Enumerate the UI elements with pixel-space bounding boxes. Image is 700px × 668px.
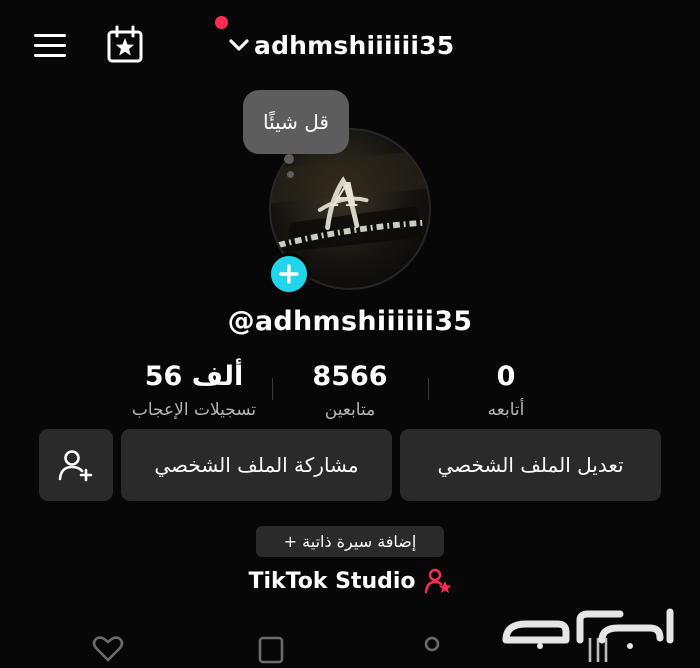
haraj-watermark-logo [500, 606, 690, 650]
heart-outline-icon [92, 636, 124, 662]
menu-button[interactable] [30, 28, 70, 62]
notification-dot [215, 16, 228, 29]
hamburger-menu-icon [34, 34, 66, 37]
share-profile-label: مشاركة الملف الشخصي [154, 453, 359, 477]
stat-following[interactable]: 0 أتابعه [416, 360, 596, 421]
avatar-letter: A [330, 175, 359, 214]
add-friend-button[interactable] [39, 429, 113, 501]
edit-profile-label: تعديل الملف الشخصي [437, 453, 624, 477]
username-title: adhmshiiiiii35 [254, 30, 455, 60]
add-bio-button[interactable]: + إضافة سيرة ذاتية [256, 526, 444, 557]
followers-count: 8566 [312, 361, 388, 392]
bookmark-icon [258, 636, 284, 664]
bubble-tail [284, 154, 294, 164]
add-bio-label: + إضافة سيرة ذاتية [283, 532, 417, 551]
chevron-down-icon [229, 39, 249, 51]
stat-followers[interactable]: 8566 متابعين [260, 360, 440, 421]
tiktok-studio-label: TikTok Studio [248, 568, 416, 594]
following-label: أتابعه [487, 400, 525, 420]
plus-icon [279, 264, 299, 284]
edit-profile-button[interactable]: تعديل الملف الشخصي [400, 429, 661, 501]
share-profile-button[interactable]: مشاركة الملف الشخصي [121, 429, 392, 501]
studio-user-star-icon [424, 568, 451, 594]
tiktok-studio-link[interactable]: TikTok Studio [0, 567, 700, 595]
account-switcher[interactable]: adhmshiiiiii35 [228, 27, 454, 63]
bubble-tail-small [287, 171, 294, 178]
tab-private[interactable] [414, 634, 450, 664]
likes-count: 56 ألف [144, 361, 244, 392]
lock-icon [424, 636, 440, 652]
stat-likes[interactable]: 56 ألف تسجيلات الإعجاب [104, 360, 284, 421]
likes-label: تسجيلات الإعجاب [131, 400, 257, 420]
profile-handle: @adhmshiiiiii35 [227, 306, 473, 337]
calendar-button[interactable] [104, 24, 146, 66]
tab-saved[interactable] [254, 634, 290, 664]
add-user-icon [58, 450, 93, 482]
following-count: 0 [496, 361, 516, 392]
tab-liked[interactable] [90, 634, 126, 664]
bubble-text: قل شيئًا [263, 110, 329, 134]
add-photo-button[interactable] [268, 253, 310, 295]
say-something-bubble[interactable]: قل شيئًا [243, 90, 349, 154]
followers-label: متابعين [324, 400, 376, 420]
calendar-star-icon [107, 25, 143, 63]
